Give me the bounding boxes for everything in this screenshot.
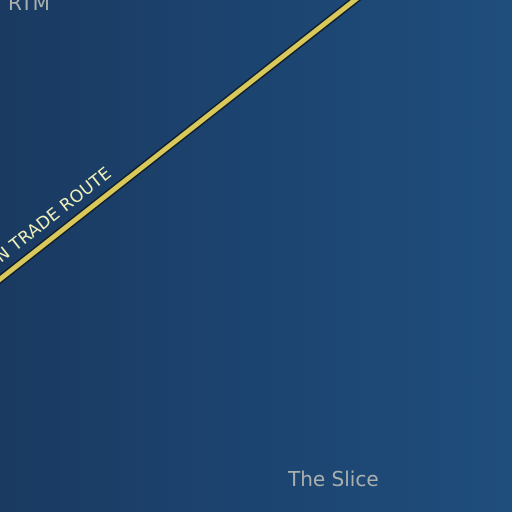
- region-label-the-slice: The Slice: [288, 467, 379, 491]
- map-canvas[interactable]: N TRADE ROUTE RTM The Slice: [0, 0, 512, 512]
- map-overlay: N TRADE ROUTE: [0, 0, 362, 285]
- trade-route-label: N TRADE ROUTE: [0, 163, 116, 266]
- trade-route-casing: [0, 0, 362, 285]
- corner-place-label: RTM: [8, 0, 50, 15]
